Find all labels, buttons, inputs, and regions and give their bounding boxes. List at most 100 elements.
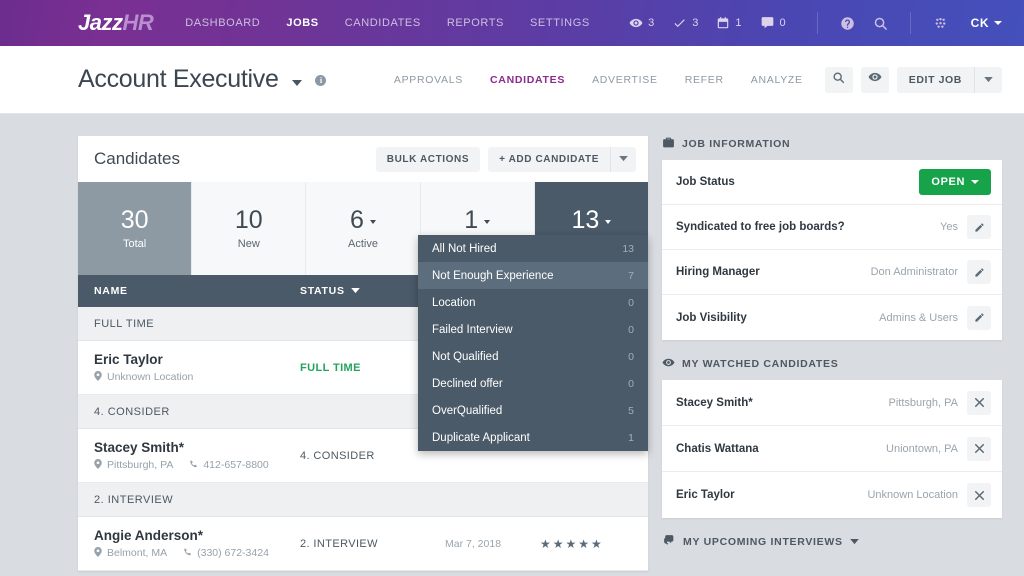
job-visibility-label: Job Visibility <box>676 311 747 324</box>
tab-advertise[interactable]: ADVERTISE <box>592 74 658 86</box>
hiring-manager-label: Hiring Manager <box>676 266 760 278</box>
column-header-status[interactable]: STATUS <box>300 285 360 297</box>
dropdown-item-all-not-hired[interactable]: All Not Hired 13 <box>418 235 648 262</box>
syndicated-row: Syndicated to free job boards? Yes <box>662 205 1002 250</box>
edit-hiring-manager-button[interactable] <box>967 260 991 284</box>
nav-item-settings[interactable]: SETTINGS <box>530 17 590 29</box>
remove-watched-candidate-button[interactable] <box>967 483 991 507</box>
edit-job-button[interactable]: EDIT JOB <box>897 67 974 93</box>
close-icon <box>974 398 984 407</box>
candidate-name[interactable]: Stacey Smith* <box>94 440 300 455</box>
watched-candidate-row[interactable]: Stacey Smith* Pittsburgh, PA <box>662 380 1002 426</box>
dropdown-item-duplicate-applicant[interactable]: Duplicate Applicant 1 <box>418 424 648 451</box>
table-row[interactable]: Angie Anderson* Belmont, MA (330) 672-34… <box>78 517 648 571</box>
tab-candidates[interactable]: CANDIDATES <box>490 74 565 86</box>
watched-candidate-name: Stacey Smith* <box>676 396 753 409</box>
watched-candidate-row[interactable]: Chatis Wattana Uniontown, PA <box>662 426 1002 472</box>
dropdown-item-count: 0 <box>628 350 634 363</box>
dropdown-item-overqualified[interactable]: OverQualified 5 <box>418 397 648 424</box>
stat-not-hired-number: 13 <box>571 206 612 235</box>
dropdown-item-count: 1 <box>628 431 634 444</box>
dropdown-item-location[interactable]: Location 0 <box>418 289 648 316</box>
edit-job-split-button: EDIT JOB <box>896 66 1002 93</box>
stat-hired-number: 1 <box>464 207 491 234</box>
watch-job-button[interactable] <box>860 66 889 93</box>
watched-counter[interactable]: 3 <box>629 16 654 30</box>
job-status-badge[interactable]: OPEN <box>919 169 991 195</box>
nav-item-jobs[interactable]: JOBS <box>286 17 318 29</box>
remove-watched-candidate-button[interactable] <box>967 390 991 415</box>
eye-icon <box>868 70 882 89</box>
hiring-manager-value: Don Administrator <box>870 266 958 278</box>
dropdown-item-count: 13 <box>622 242 634 255</box>
user-initials: CK <box>970 16 989 30</box>
job-tabs: APPROVALS CANDIDATES ADVERTISE REFER ANA… <box>394 74 803 86</box>
nav-item-dashboard[interactable]: DASHBOARD <box>185 17 260 29</box>
info-icon[interactable]: i <box>315 75 327 86</box>
edit-syndicated-button[interactable] <box>967 215 991 239</box>
dropdown-item-declined-offer[interactable]: Declined offer 0 <box>418 370 648 397</box>
jazzhr-logo[interactable]: JazzHR <box>78 12 154 34</box>
add-candidate-button[interactable]: + ADD CANDIDATE <box>488 147 610 172</box>
phone-icon <box>183 548 192 559</box>
tab-refer[interactable]: REFER <box>685 74 724 86</box>
chevron-down-icon <box>350 288 360 294</box>
nav-item-reports[interactable]: REPORTS <box>447 17 504 29</box>
candidate-rating[interactable]: ★★★★★ <box>540 537 604 551</box>
dropdown-item-count: 0 <box>628 296 634 309</box>
candidate-name-cell: Eric Taylor Unknown Location <box>78 352 300 383</box>
watched-candidate-name: Chatis Wattana <box>676 442 759 455</box>
job-title-chevron-down-icon[interactable] <box>292 74 306 91</box>
dropdown-item-label: Failed Interview <box>432 323 513 336</box>
candidate-location: Pittsburgh, PA <box>107 459 174 471</box>
upcoming-interviews-section-header[interactable]: MY UPCOMING INTERVIEWS <box>662 534 1002 550</box>
messages-counter[interactable]: 0 <box>760 16 786 30</box>
user-menu[interactable]: CK <box>971 16 1002 30</box>
calendar-counter[interactable]: 1 <box>716 16 742 30</box>
pencil-icon <box>974 267 984 277</box>
dropdown-item-not-enough-experience[interactable]: Not Enough Experience 7 <box>418 262 648 289</box>
stat-tab-total[interactable]: 30 Total <box>78 182 193 275</box>
dropdown-item-label: OverQualified <box>432 404 503 417</box>
upcoming-interviews-title: MY UPCOMING INTERVIEWS <box>683 536 843 548</box>
messages-count: 0 <box>779 17 786 29</box>
remove-watched-candidate-button[interactable] <box>967 436 991 461</box>
help-icon[interactable] <box>840 16 855 31</box>
candidates-card-actions: BULK ACTIONS + ADD CANDIDATE <box>375 146 636 172</box>
candidate-name[interactable]: Angie Anderson* <box>94 528 300 543</box>
candidate-name-cell: Angie Anderson* Belmont, MA (330) 672-34… <box>78 528 300 559</box>
message-icon <box>760 16 775 30</box>
dropdown-item-failed-interview[interactable]: Failed Interview 0 <box>418 316 648 343</box>
nav-item-candidates[interactable]: CANDIDATES <box>345 17 421 29</box>
location-pin-icon <box>94 371 102 383</box>
tab-approvals[interactable]: APPROVALS <box>394 74 463 86</box>
syndicated-label: Syndicated to free job boards? <box>676 221 845 233</box>
job-information-section-header: JOB INFORMATION <box>662 136 1002 152</box>
watched-candidate-location: Unknown Location <box>867 489 958 501</box>
stat-new-label: New <box>237 237 260 250</box>
dropdown-item-not-qualified[interactable]: Not Qualified 0 <box>418 343 648 370</box>
column-header-name: NAME <box>94 285 128 297</box>
stat-not-hired-value: 13 <box>571 206 600 235</box>
tab-analyze[interactable]: ANALYZE <box>751 74 803 86</box>
edit-job-visibility-button[interactable] <box>967 305 991 330</box>
add-candidate-dropdown-button[interactable] <box>611 147 636 172</box>
bulk-actions-button[interactable]: BULK ACTIONS <box>375 146 481 172</box>
watched-candidate-location: Uniontown, PA <box>886 442 958 455</box>
candidate-name[interactable]: Eric Taylor <box>94 352 300 367</box>
chevron-down-icon <box>849 539 859 545</box>
job-search-button[interactable] <box>824 66 853 93</box>
chevron-down-icon <box>619 156 628 162</box>
stat-tab-new[interactable]: 10 New <box>192 182 307 275</box>
phone-icon <box>189 460 198 471</box>
job-status-label: Job Status <box>676 176 735 188</box>
stat-tab-active[interactable]: 6 Active <box>306 182 421 275</box>
apps-grid-icon[interactable] <box>933 16 948 31</box>
search-icon[interactable] <box>873 16 888 31</box>
edit-job-dropdown-button[interactable] <box>975 67 1002 93</box>
watched-candidate-row[interactable]: Eric Taylor Unknown Location <box>662 472 1002 518</box>
watched-candidate-name: Eric Taylor <box>676 489 735 501</box>
candidate-meta: Belmont, MA (330) 672-3424 <box>94 547 300 559</box>
tasks-counter[interactable]: 3 <box>672 16 698 30</box>
chevron-down-icon <box>605 220 612 225</box>
